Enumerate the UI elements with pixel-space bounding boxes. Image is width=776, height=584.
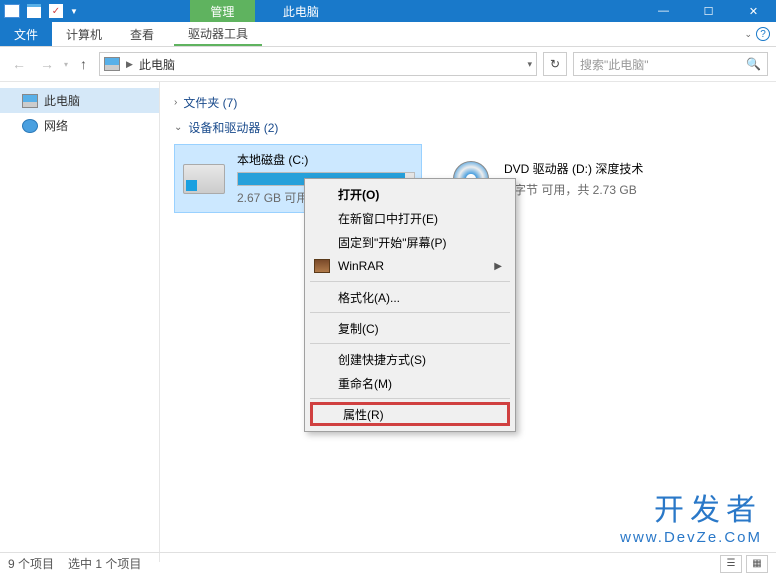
status-bar: 9 个项目 选中 1 个项目 ☰ ▦ (0, 552, 776, 574)
back-button[interactable]: ← (8, 56, 30, 72)
winrar-icon (314, 259, 330, 273)
sidebar-item-label: 网络 (44, 117, 68, 134)
group-folders[interactable]: › 文件夹 (7) (174, 90, 762, 115)
separator (310, 312, 510, 313)
search-input[interactable]: 搜索"此电脑" 🔍 (573, 52, 768, 76)
status-item-count: 9 个项目 (8, 555, 54, 572)
drive-name: 本地磁盘 (C:) (237, 151, 415, 168)
window-title: 此电脑 (283, 3, 319, 20)
minimize-button[interactable]: — (641, 0, 686, 22)
sidebar-item-label: 此电脑 (44, 92, 80, 109)
breadcrumb-sep-icon[interactable]: ▶ (126, 59, 133, 70)
ctx-rename[interactable]: 重命名(M) (308, 371, 512, 395)
titlebar: ✓ ▼ 管理 此电脑 — ☐ ✕ (0, 0, 776, 22)
ctx-create-shortcut[interactable]: 创建快捷方式(S) (308, 347, 512, 371)
up-button[interactable]: ↑ (74, 56, 93, 72)
close-button[interactable]: ✕ (731, 0, 776, 22)
qat-checkbox-icon[interactable]: ✓ (46, 2, 66, 20)
ribbon-tabs: 文件 计算机 查看 驱动器工具 ⌄ ? (0, 22, 776, 47)
ctx-label: WinRAR (338, 259, 384, 273)
separator (310, 281, 510, 282)
contextual-tab-label: 管理 (190, 0, 255, 22)
sidebar-item-this-pc[interactable]: 此电脑 (0, 88, 159, 113)
tab-file[interactable]: 文件 (0, 22, 52, 46)
refresh-button[interactable]: ↻ (543, 52, 567, 76)
ctx-properties[interactable]: 属性(R) (310, 402, 510, 426)
address-dropdown-icon[interactable]: ▾ (527, 59, 532, 70)
maximize-button[interactable]: ☐ (686, 0, 731, 22)
breadcrumb[interactable]: 此电脑 (139, 56, 175, 73)
group-devices[interactable]: ⌄ 设备和驱动器 (2) (174, 115, 762, 140)
forward-button[interactable]: → (36, 56, 58, 72)
hdd-icon (181, 159, 227, 199)
help-icon[interactable]: ? (756, 27, 770, 41)
ctx-open-new-window[interactable]: 在新窗口中打开(E) (308, 206, 512, 230)
qat-properties-icon[interactable] (24, 2, 44, 20)
sidebar-item-network[interactable]: 网络 (0, 113, 159, 138)
watermark: 开发者 www.DevZe.CoM (620, 485, 762, 546)
tab-computer[interactable]: 计算机 (52, 22, 116, 46)
address-bar[interactable]: ▶ 此电脑 ▾ (99, 52, 537, 76)
ctx-pin-to-start[interactable]: 固定到"开始"屏幕(P) (308, 230, 512, 254)
separator (310, 398, 510, 399)
watermark-url: www.DevZe.CoM (620, 529, 762, 546)
ctx-winrar[interactable]: WinRAR ▶ (308, 254, 512, 278)
ribbon-collapse-icon[interactable]: ⌄ (744, 29, 752, 40)
separator (310, 343, 510, 344)
submenu-arrow-icon: ▶ (494, 261, 502, 272)
watermark-title: 开发者 (620, 485, 762, 529)
chevron-down-icon: ⌄ (174, 122, 182, 133)
search-icon[interactable]: 🔍 (746, 57, 761, 71)
tab-drive-tools[interactable]: 驱动器工具 (174, 22, 262, 46)
ctx-format[interactable]: 格式化(A)... (308, 285, 512, 309)
view-thumbnails-button[interactable]: ▦ (746, 555, 768, 573)
history-dropdown-icon[interactable]: ▾ (64, 60, 68, 69)
navigation-pane: 此电脑 网络 (0, 82, 160, 562)
drive-name: DVD 驱动器 (D:) 深度技术 (504, 160, 684, 177)
view-details-button[interactable]: ☰ (720, 555, 742, 573)
status-selected-count: 选中 1 个项目 (68, 555, 141, 572)
group-label: 文件夹 (7) (183, 94, 237, 111)
ctx-copy[interactable]: 复制(C) (308, 316, 512, 340)
drive-status: 0 字节 可用，共 2.73 GB (504, 181, 684, 198)
app-icon[interactable] (2, 2, 22, 20)
ctx-open[interactable]: 打开(O) (308, 182, 512, 206)
tab-view[interactable]: 查看 (116, 22, 168, 46)
pc-icon (104, 57, 120, 71)
network-icon (22, 119, 38, 133)
search-placeholder: 搜索"此电脑" (580, 56, 649, 73)
address-bar-row: ← → ▾ ↑ ▶ 此电脑 ▾ ↻ 搜索"此电脑" 🔍 (0, 47, 776, 82)
qat-dropdown-icon[interactable]: ▼ (70, 7, 78, 16)
group-label: 设备和驱动器 (2) (188, 119, 278, 136)
context-menu: 打开(O) 在新窗口中打开(E) 固定到"开始"屏幕(P) WinRAR ▶ 格… (304, 178, 516, 432)
pc-icon (22, 94, 38, 108)
window-controls: — ☐ ✕ (641, 0, 776, 22)
quick-access-toolbar: ✓ ▼ (0, 2, 80, 20)
chevron-right-icon: › (174, 97, 177, 108)
